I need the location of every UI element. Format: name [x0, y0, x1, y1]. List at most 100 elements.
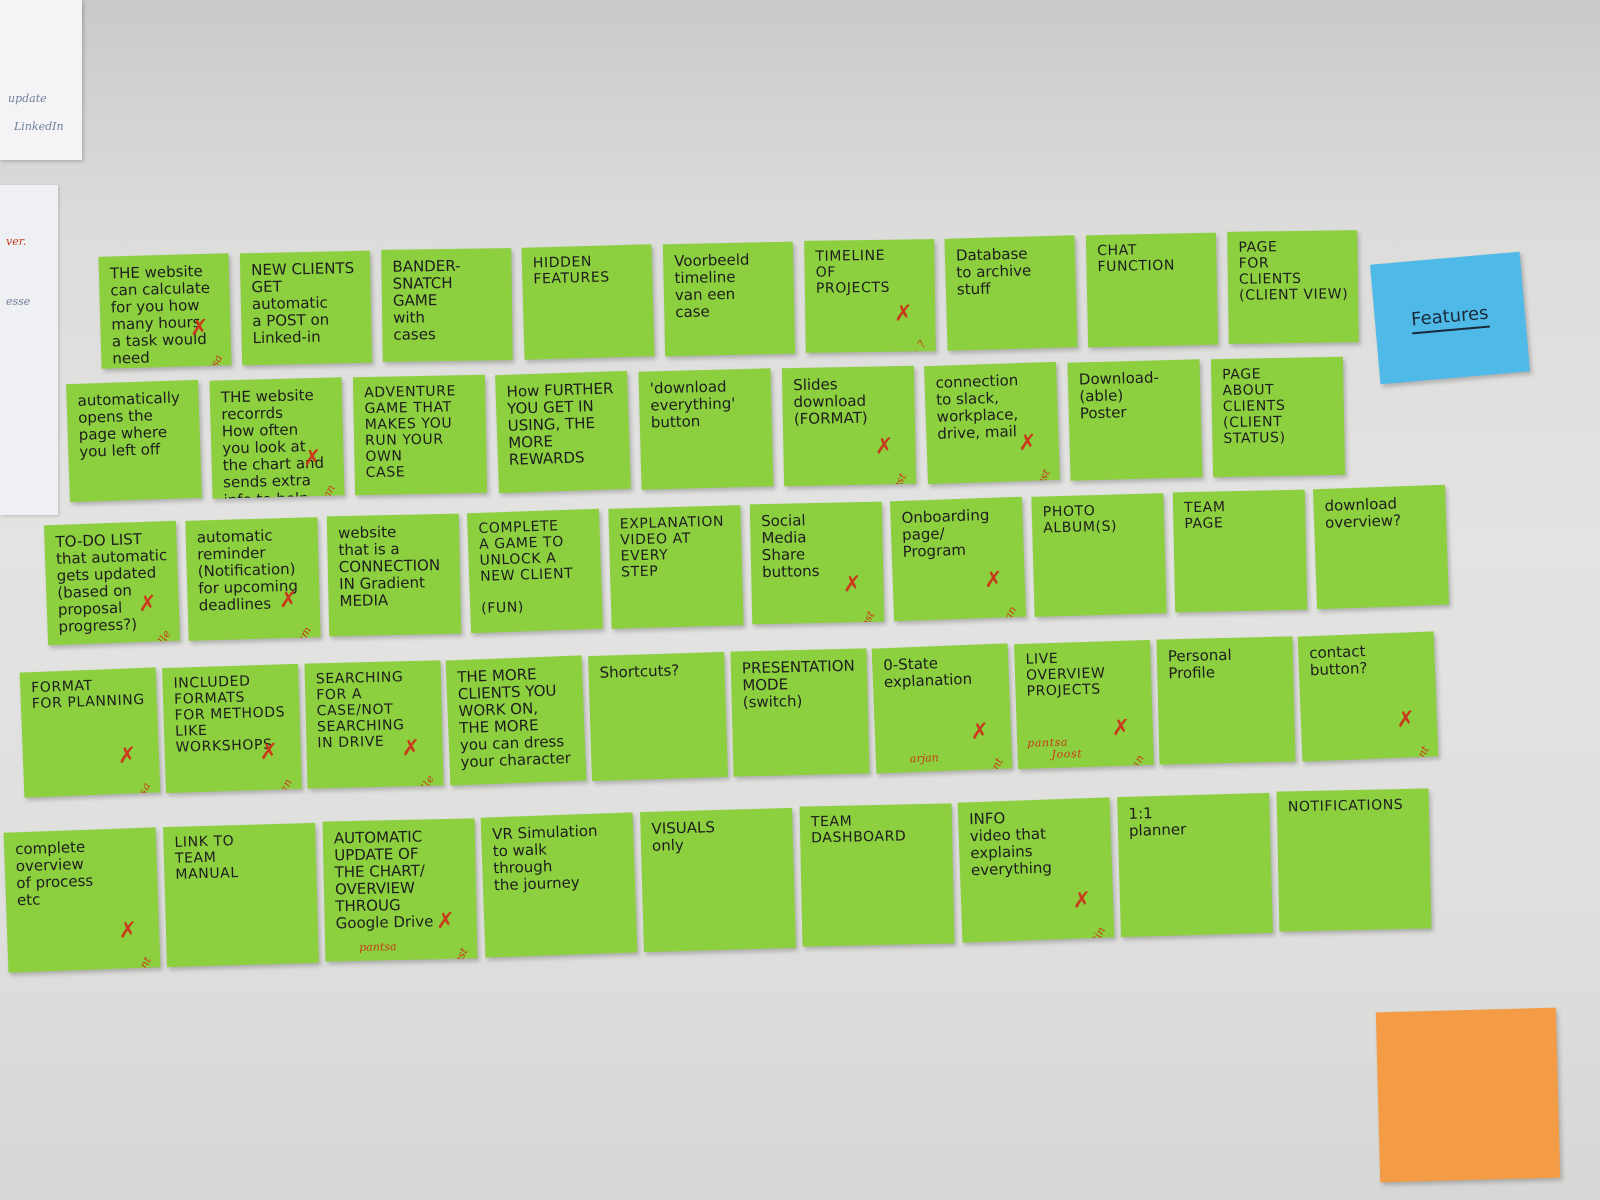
sticky-note[interactable]: Database to archive stuff [944, 235, 1078, 351]
sticky-note[interactable]: Download- (able) Poster [1067, 359, 1203, 481]
marker-annotation: klant [1406, 744, 1432, 762]
sticky-note[interactable]: Slides download (FORMAT) Joost ✗ [781, 365, 917, 487]
sticky-note[interactable]: Personal Profile [1156, 636, 1296, 765]
sticky-note[interactable]: LINK TO TEAM MANUAL [163, 822, 319, 968]
sticky-note-text: EXPLANATION VIDEO AT EVERY STEP [619, 513, 725, 581]
sticky-note[interactable]: Shortcuts? [588, 651, 728, 782]
sticky-note[interactable]: website that is a CONNECTION IN Gradient… [326, 513, 462, 637]
sticky-note[interactable]: TO-DO LIST that automatic gets updated (… [43, 520, 181, 646]
sticky-note[interactable]: CHAT FUNCTION [1085, 232, 1219, 348]
sticky-note[interactable]: PAGE ABOUT CLIENTS (CLIENT STATUS) [1210, 356, 1346, 478]
sticky-note[interactable]: FORMAT FOR PLANNING pantsa ✗ [19, 667, 161, 798]
cross-mark-icon: ✗ [842, 572, 862, 598]
sticky-note[interactable]: PAGE FOR CLIENTS (CLIENT VIEW) [1227, 230, 1359, 344]
sticky-note-text: NOTIFICATIONS [1287, 796, 1404, 816]
sticky-note[interactable]: AUTOMATIC UPDATE OF THE CHART/ OVERVIEW … [322, 818, 478, 962]
marker-annotation: Joost [853, 609, 878, 624]
sticky-note[interactable]: 'download everything' button [638, 368, 774, 490]
cross-mark-icon: ✗ [970, 719, 990, 745]
sticky-note-text: Slides download (FORMAT) [793, 375, 868, 429]
empty-orange-sticky-note[interactable] [1375, 1007, 1561, 1183]
sticky-note[interactable]: TEAM PAGE [1172, 489, 1308, 613]
features-sticky-note[interactable]: Features [1370, 251, 1530, 385]
sticky-note[interactable]: SEARCHING FOR A CASE/NOT SEARCHING IN DR… [304, 660, 444, 789]
sticky-note[interactable]: PRESENTATION MODE (switch) [730, 648, 870, 777]
sticky-note-text: CHAT FUNCTION [1097, 242, 1176, 276]
sticky-note-text: ADVENTURE GAME THAT MAKES YOU RUN YOUR O… [364, 383, 457, 481]
sticky-note[interactable]: TEAM DASHBOARD [799, 803, 955, 947]
sticky-note-text: BANDER- SNATCH GAME with cases [392, 256, 461, 345]
sticky-note-text: website that is a CONNECTION IN Gradient… [337, 522, 441, 611]
sticky-note[interactable]: ADVENTURE GAME THAT MAKES YOU RUN YOUR O… [352, 374, 488, 496]
sticky-note[interactable]: TIMELINE OF PROJECTS elle ? ✗ [804, 239, 936, 353]
sticky-note[interactable]: THE website recorrds How often you look … [209, 377, 345, 499]
sticky-note[interactable]: THE MORE CLIENTS YOU WORK ON, THE MORE y… [445, 655, 587, 786]
sticky-note-text: How FURTHER YOU GET IN USING, THE MORE R… [506, 379, 614, 470]
sticky-note-text: TEAM DASHBOARD [810, 813, 907, 847]
sticky-note-text: 0-State explanation [882, 654, 973, 692]
sticky-note-text: THE MORE CLIENTS YOU WORK ON, THE MORE y… [456, 665, 572, 772]
paper-scribble: update [8, 92, 47, 105]
sticky-note-text: TIMELINE OF PROJECTS [815, 247, 891, 297]
cross-mark-icon: ✗ [259, 739, 280, 766]
sticky-note-text: VR Simulation to walk through the journe… [491, 821, 598, 895]
sticky-note[interactable]: PHOTO ALBUM(S) [1031, 493, 1167, 617]
cross-mark-icon: ✗ [1111, 715, 1132, 742]
sticky-note[interactable]: Social Media Share buttons Joost ✗ [749, 501, 885, 625]
sticky-note[interactable]: contact button? klant ✗ [1297, 631, 1439, 762]
marker-annotation: pantsa [359, 940, 397, 955]
marker-annotation: arjan [1121, 753, 1148, 769]
cross-mark-icon: ✗ [118, 918, 138, 944]
cross-mark-icon: ✗ [874, 434, 894, 460]
sticky-note[interactable]: 0-State explanation klant arjan ✗ [871, 643, 1013, 774]
sticky-note[interactable]: NOTIFICATIONS [1276, 788, 1432, 932]
sticky-note[interactable]: 1:1 planner [1117, 792, 1273, 938]
sticky-note-text: TEAM PAGE [1183, 499, 1226, 533]
marker-annotation: pantsa [123, 780, 154, 797]
marker-annotation: klant [128, 955, 154, 973]
sticky-note[interactable]: INFO video that explains everything Kerst… [957, 797, 1115, 943]
background-paper-sheet: update LinkedIn [0, 0, 82, 160]
marker-annotation: Team [288, 625, 314, 641]
sticky-note[interactable]: Voorbeeld timeline van een case [662, 241, 796, 357]
sticky-note-text: automatically opens the page where you l… [77, 388, 181, 462]
cross-mark-icon: ✗ [894, 301, 914, 327]
sticky-note-text: VISUALS only [651, 818, 716, 855]
sticky-note[interactable]: HIDDEN FEATURES [521, 244, 655, 360]
sticky-note[interactable]: automatic reminder (Notification) for up… [185, 517, 321, 641]
sticky-note[interactable]: automatically opens the page where you l… [66, 379, 202, 503]
sticky-note[interactable]: COMPLETE A GAME TO UNLOCK A NEW CLIENT (… [466, 508, 604, 634]
sticky-note[interactable]: NEW CLIENTS GET automatic a POST on Link… [239, 250, 373, 366]
sticky-note[interactable]: complete overview of process etc klant ✗ [3, 827, 161, 973]
sticky-note[interactable]: VR Simulation to walk through the journe… [480, 812, 638, 958]
sticky-note[interactable]: INCLUDED FORMATS FOR METHODS LIKE WORKSH… [162, 663, 302, 794]
sticky-note[interactable]: EXPLANATION VIDEO AT EVERY STEP [608, 505, 744, 629]
marker-annotation: Joost [1028, 467, 1054, 485]
sticky-note[interactable]: BANDER- SNATCH GAME with cases [381, 248, 513, 362]
marker-annotation: arjan [994, 604, 1020, 622]
paper-scribble: LinkedIn [14, 120, 64, 133]
sticky-note[interactable]: Onboarding page/ Program arjan ✗ [889, 496, 1027, 622]
marker-annotation: Joost [446, 946, 471, 962]
cross-mark-icon: ✗ [983, 567, 1004, 594]
sticky-note[interactable]: download overview? [1312, 484, 1450, 610]
sticky-note-text: INFO video that explains everything [968, 809, 1053, 880]
sticky-note[interactable]: LIVE OVERVIEW PROJECTS arjan Joostpantsa ✗ [1014, 639, 1154, 770]
sticky-note-text: LINK TO TEAM MANUAL [174, 833, 239, 883]
sticky-note[interactable]: VISUALS only [640, 807, 796, 953]
sticky-note[interactable]: connection to slack, workplace, drive, m… [924, 361, 1060, 485]
marker-annotation: arjan [269, 777, 296, 793]
sticky-note[interactable]: How FURTHER YOU GET IN USING, THE MORE R… [495, 370, 631, 494]
paper-scribble: esse [6, 295, 31, 308]
cross-mark-icon: ✗ [1396, 707, 1416, 733]
marker-annotation: elle ? [902, 339, 930, 353]
cross-mark-icon: ✗ [278, 587, 298, 614]
marker-annotation: Joost [885, 471, 910, 486]
marker-annotation: pantsa [1027, 735, 1069, 751]
features-label: Features [1410, 302, 1490, 334]
sticky-note[interactable]: THE website can calculate for you how ma… [98, 253, 232, 369]
sticky-note-text: Onboarding page/ Program [901, 505, 990, 562]
marker-annotation: Joost [1051, 747, 1083, 762]
cross-mark-icon: ✗ [1072, 888, 1092, 914]
background-paper-sheet-2: ver. esse [0, 185, 58, 515]
